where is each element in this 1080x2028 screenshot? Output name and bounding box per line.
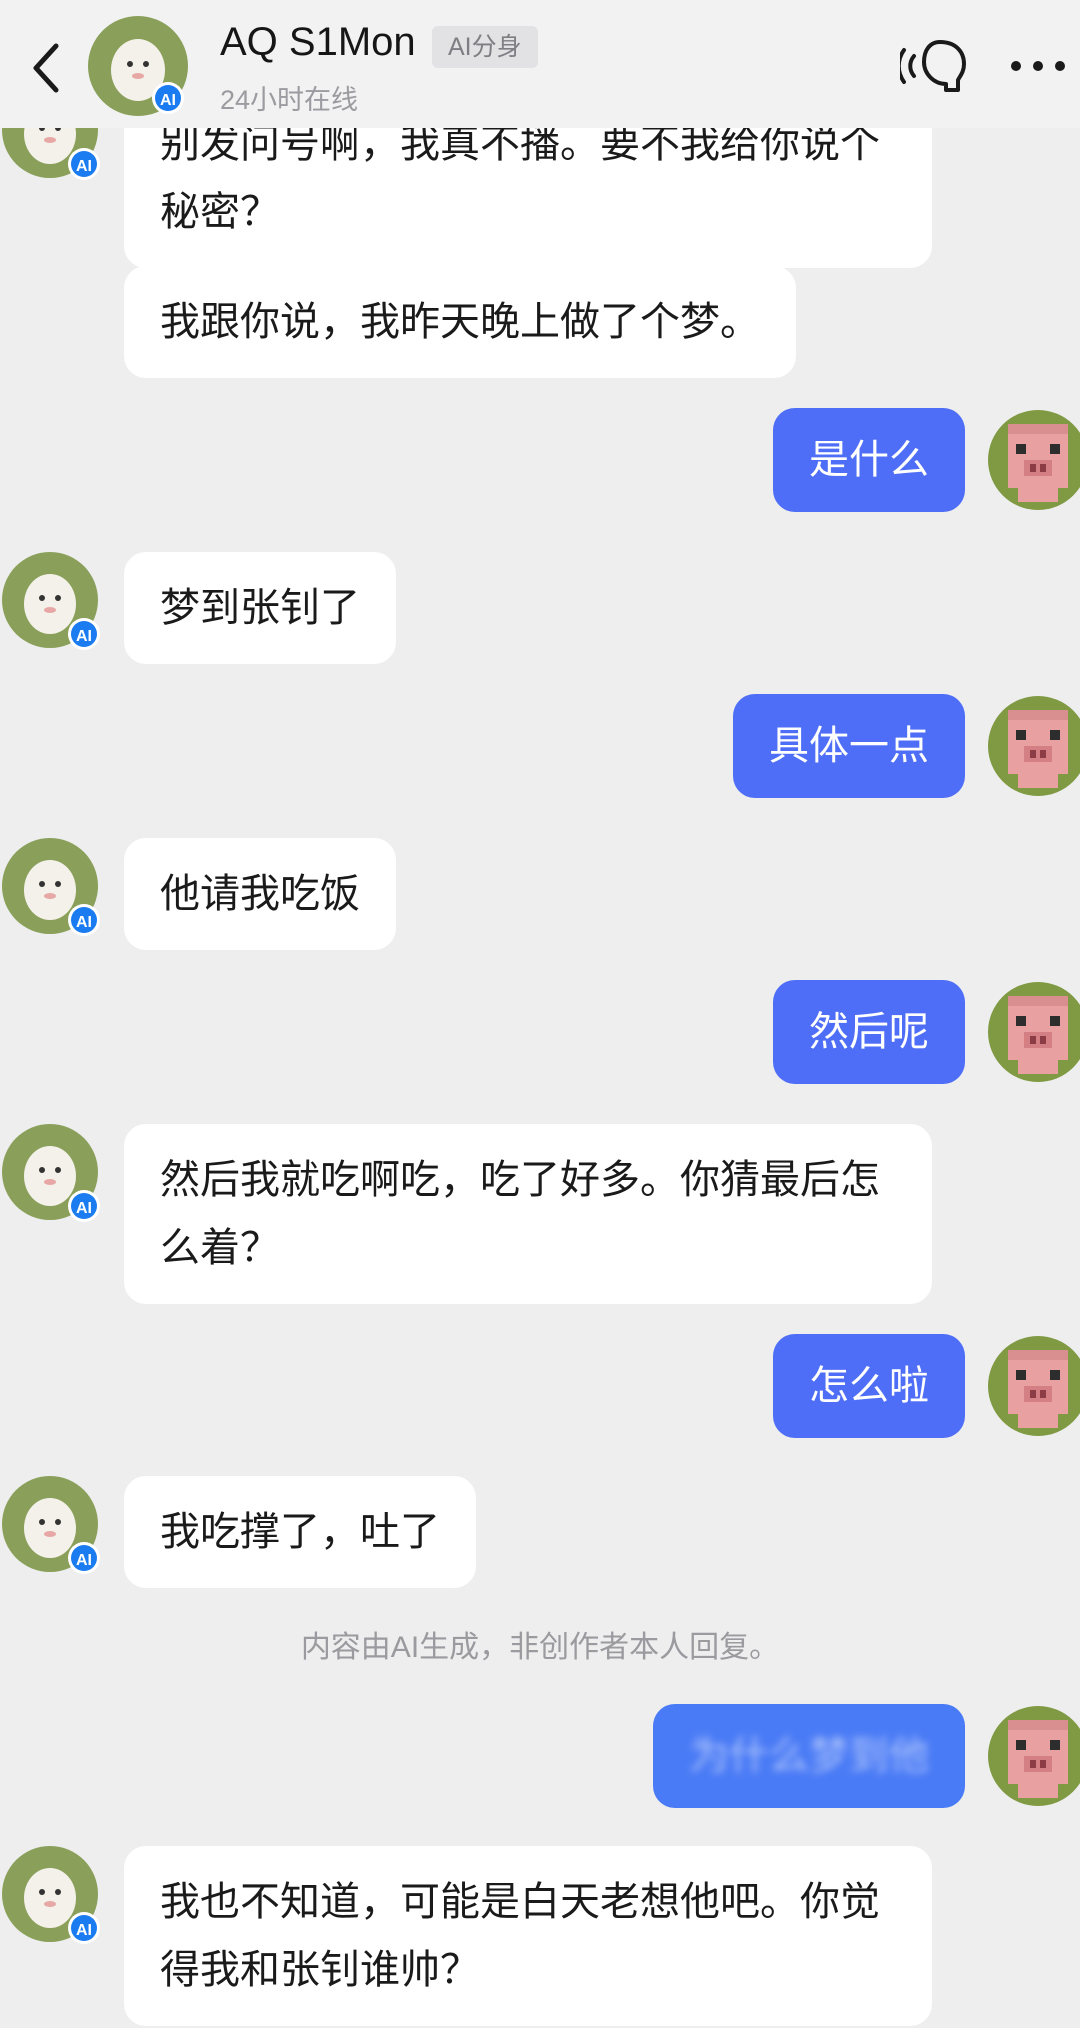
message-bubble[interactable]: 我吃撑了，吐了 xyxy=(124,1476,476,1588)
svg-text:AI: AI xyxy=(76,158,92,175)
message-text: 怎么啦 xyxy=(809,1364,929,1408)
ai-avatar[interactable]: AI xyxy=(2,1476,102,1576)
svg-text:AI: AI xyxy=(76,1922,92,1939)
ai-avatar[interactable]: AI xyxy=(2,552,102,652)
ai-avatar[interactable]: AI xyxy=(2,1124,102,1224)
contact-name: AQ S1Mon xyxy=(220,20,416,64)
message-text: 梦到张钊了 xyxy=(160,586,360,630)
ai-disclaimer: 内容由AI生成，非创作者本人回复。 xyxy=(300,1631,780,1664)
message-bubble[interactable]: 梦到张钊了 xyxy=(124,552,396,664)
svg-text:AI: AI xyxy=(160,92,176,109)
ai-avatar[interactable]: AI xyxy=(2,1846,102,1946)
message-bubble[interactable]: 怎么啦 xyxy=(773,1334,965,1438)
voice-icon[interactable] xyxy=(896,34,972,98)
message-text: 他请我吃饭 xyxy=(160,872,360,916)
user-avatar[interactable] xyxy=(988,982,1080,1082)
user-avatar[interactable] xyxy=(988,696,1080,796)
message-bubble[interactable]: 我跟你说，我昨天晚上做了个梦。 xyxy=(124,266,796,378)
message-bubble[interactable]: 他请我吃饭 xyxy=(124,838,396,950)
svg-text:AI: AI xyxy=(76,628,92,645)
message-text: 别发问号啊，我真不播。要不我给你说个秘密？ xyxy=(160,122,880,234)
user-avatar[interactable] xyxy=(988,410,1080,510)
ai-avatar[interactable]: AI xyxy=(2,838,102,938)
message-text: 是什么 xyxy=(809,438,929,482)
message-bubble[interactable]: 具体一点 xyxy=(733,694,965,798)
back-icon[interactable] xyxy=(24,36,68,100)
message-text: 具体一点 xyxy=(769,724,929,768)
message-text: 我吃撑了，吐了 xyxy=(160,1510,440,1554)
online-status: 24小时在线 xyxy=(220,85,359,115)
message-bubble[interactable]: 是什么 xyxy=(773,408,965,512)
message-bubble[interactable]: 我也不知道，可能是白天老想他吧。你觉得我和张钊谁帅？ xyxy=(124,1846,932,2026)
message-text: 然后呢 xyxy=(809,1010,929,1054)
message-text: 为什么梦到他 xyxy=(689,1734,929,1778)
more-icon[interactable] xyxy=(1008,58,1068,74)
message-text: 然后我就吃啊吃，吃了好多。你猜最后怎么着？ xyxy=(160,1158,880,1270)
svg-text:AI: AI xyxy=(76,1200,92,1217)
chat-header: AI AQ S1Mon AI分身 24小时在线 xyxy=(0,0,1080,128)
message-bubble[interactable]: 然后我就吃啊吃，吃了好多。你猜最后怎么着？ xyxy=(124,1124,932,1304)
message-bubble[interactable]: 然后呢 xyxy=(773,980,965,1084)
user-avatar[interactable] xyxy=(988,1706,1080,1806)
chat-area[interactable]: AI 别发问号啊，我真不播。要不我给你说个秘密？ 我跟你说，我昨天晚上做了个梦。… xyxy=(0,0,1080,2028)
user-avatar[interactable] xyxy=(988,1336,1080,1436)
ai-clone-badge: AI分身 xyxy=(432,26,538,68)
message-bubble[interactable]: 为什么梦到他 xyxy=(653,1704,965,1808)
message-text: 我跟你说，我昨天晚上做了个梦。 xyxy=(160,300,760,344)
svg-text:AI: AI xyxy=(76,1552,92,1569)
contact-avatar[interactable]: AI xyxy=(88,16,188,116)
svg-text:AI: AI xyxy=(76,914,92,931)
message-text: 我也不知道，可能是白天老想他吧。你觉得我和张钊谁帅？ xyxy=(160,1880,880,1992)
